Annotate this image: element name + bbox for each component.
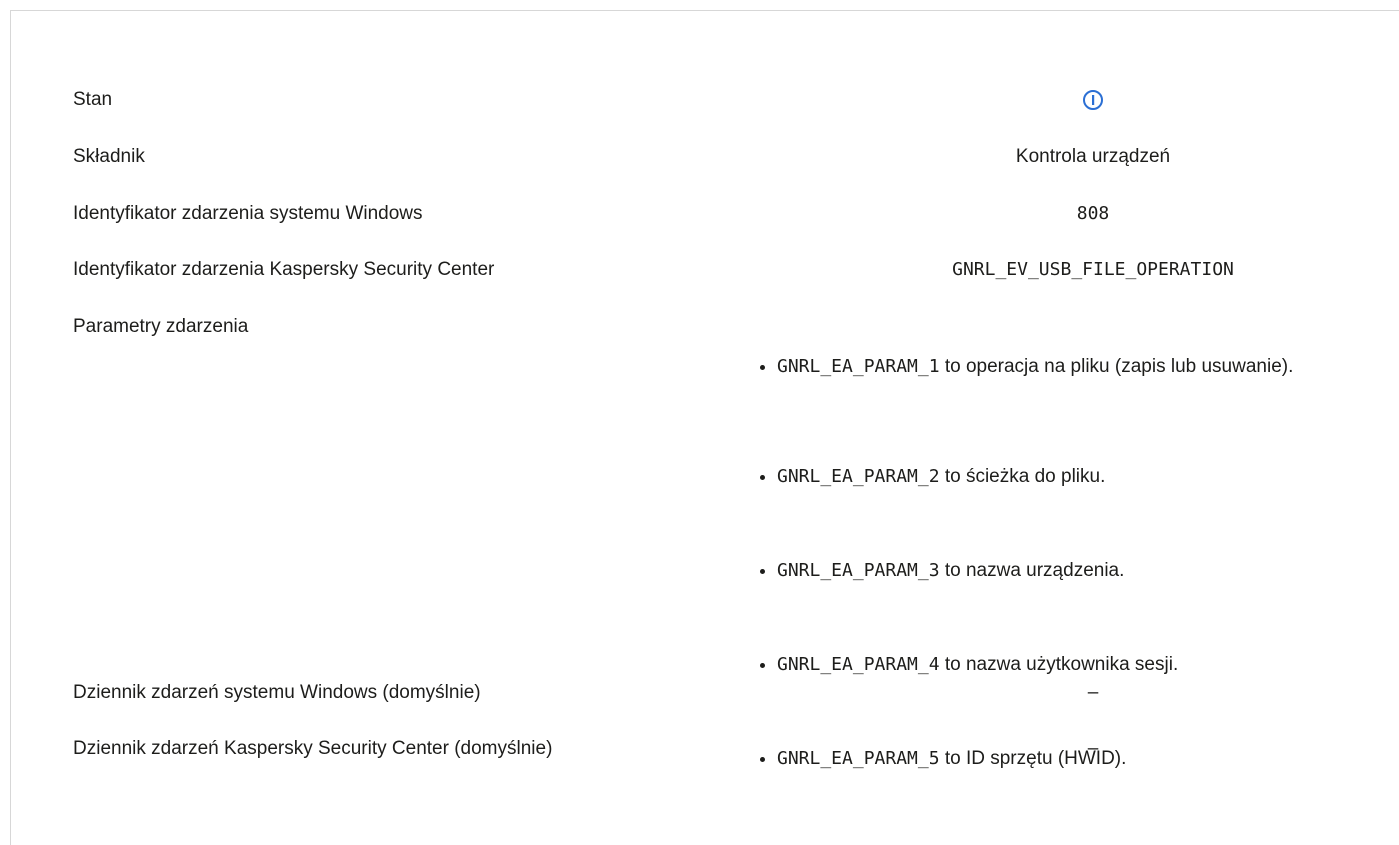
ksc-event-id-value: GNRL_EV_USB_FILE_OPERATION [952,259,1234,280]
windows-event-id-label: Identyfikator zdarzenia systemu Windows [73,203,423,224]
param-text: to nazwa urządzenia. [939,560,1125,581]
windows-log-label: Dziennik zdarzeń systemu Windows (domyśl… [73,682,481,703]
param-text: to nazwa użytkownika sesji. [939,654,1179,675]
param-code: GNRL_EA_PARAM_4 [777,654,940,675]
windows-log-value: – [1087,682,1099,703]
ksc-log-value: – [1087,738,1099,759]
event-details-panel: Stan Składnik Kontrola urządzeń Identyfi… [10,10,1399,845]
list-item: GNRL_EA_PARAM_1 to operacja na pliku (za… [759,354,1319,380]
status-value [763,87,1399,113]
list-item: GNRL_EA_PARAM_2 to ścieżka do pliku. [759,464,1319,490]
ksc-log-label: Dziennik zdarzeń Kaspersky Security Cent… [73,738,553,759]
status-label: Stan [73,89,113,110]
list-item: GNRL_EA_PARAM_3 to nazwa urządzenia. [759,558,1319,584]
param-text: to operacja na pliku (zapis lub usuwanie… [939,356,1294,377]
param-code: GNRL_EA_PARAM_3 [777,560,940,581]
ksc-event-id-label: Identyfikator zdarzenia Kaspersky Securi… [73,259,495,280]
info-icon [1083,89,1103,110]
component-label: Składnik [73,146,145,167]
event-params-label: Parametry zdarzenia [73,316,249,337]
list-item: GNRL_EA_PARAM_4 to nazwa użytkownika ses… [759,652,1319,678]
param-text: to ścieżka do pliku. [939,466,1106,487]
param-code: GNRL_EA_PARAM_2 [777,466,940,487]
windows-event-id-value: 808 [1076,203,1110,224]
event-params-list: GNRL_EA_PARAM_1 to operacja na pliku (za… [759,354,1319,769]
component-value: Kontrola urządzeń [1015,146,1171,167]
param-code: GNRL_EA_PARAM_1 [777,356,940,377]
